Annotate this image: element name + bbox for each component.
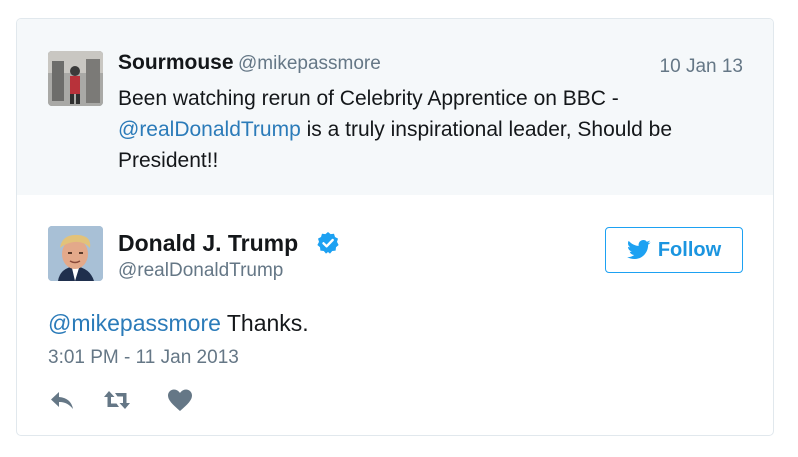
verified-badge-icon: [317, 232, 339, 254]
mention-link[interactable]: @realDonaldTrump: [118, 118, 301, 141]
follow-label: Follow: [657, 238, 722, 261]
quoted-text-before: Been watching rerun of Celebrity Apprent…: [118, 87, 619, 110]
quoted-tweet-text: Been watching rerun of Celebrity Apprent…: [118, 83, 718, 176]
retweet-icon[interactable]: [103, 387, 131, 413]
twitter-bird-icon: [626, 240, 651, 259]
follow-button[interactable]: Follow: [605, 227, 743, 273]
embedded-tweet-card: Sourmouse @mikepassmore 10 Jan 13 Been w…: [16, 18, 774, 436]
avatar[interactable]: [48, 226, 103, 281]
quoted-tweet-date[interactable]: 10 Jan 13: [660, 56, 743, 78]
tweet-text: @mikepassmore Thanks.: [48, 310, 309, 337]
quoted-tweet[interactable]: Sourmouse @mikepassmore 10 Jan 13 Been w…: [17, 19, 773, 195]
quoted-author-handle[interactable]: @mikepassmore: [238, 53, 381, 75]
tweet-timestamp[interactable]: 3:01 PM - 11 Jan 2013: [48, 347, 239, 369]
reply-icon[interactable]: [48, 387, 76, 413]
tweet-body: Thanks.: [220, 310, 309, 336]
author-handle[interactable]: @realDonaldTrump: [118, 260, 283, 282]
mention-link[interactable]: @mikepassmore: [48, 310, 221, 336]
quoted-author-name[interactable]: Sourmouse: [118, 51, 234, 75]
like-icon[interactable]: [166, 387, 194, 413]
avatar[interactable]: [48, 51, 103, 106]
author-name[interactable]: Donald J. Trump: [118, 230, 298, 257]
